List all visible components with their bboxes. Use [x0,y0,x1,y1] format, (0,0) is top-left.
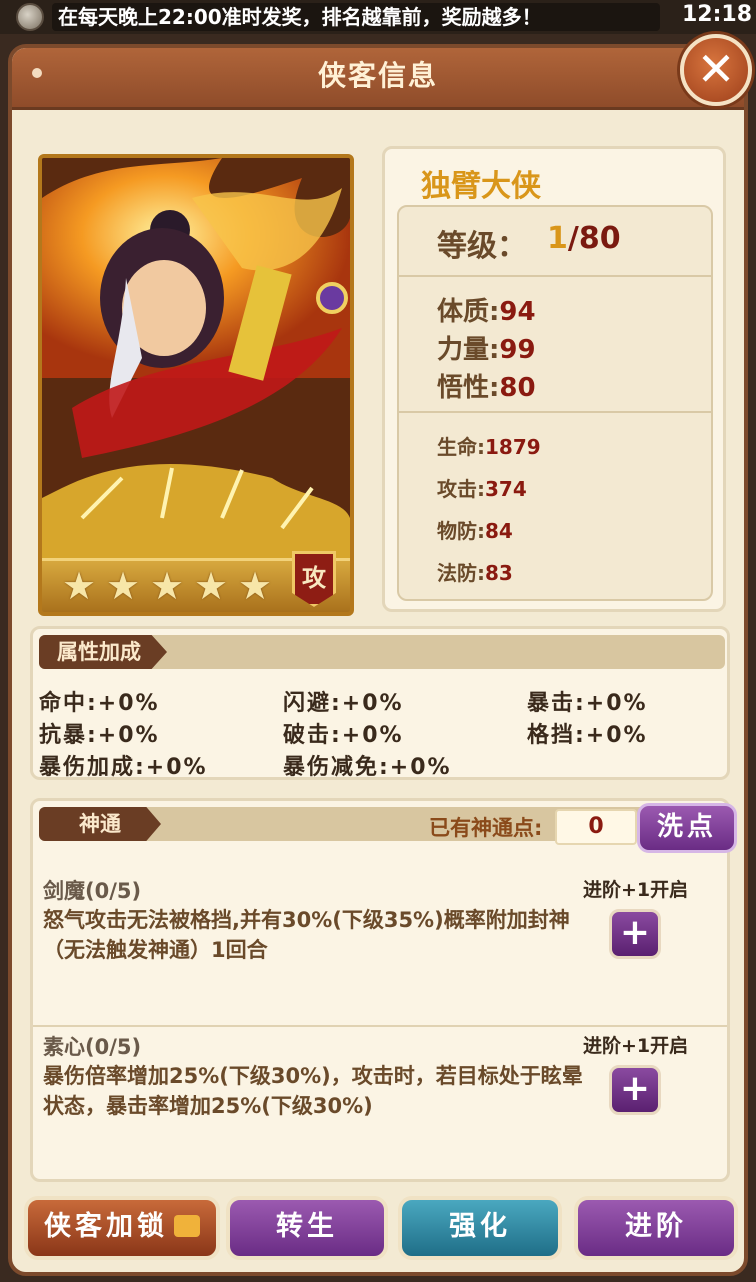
hero-portrait [42,158,350,558]
title-bar: 侠客信息 [12,48,744,110]
divider [399,275,711,277]
stat-insight: 悟性:80 [437,373,536,403]
star-icon: ★ [106,564,141,608]
skill-name: 素心(0/5) [43,1035,142,1059]
advance-button[interactable]: 进阶 [574,1196,738,1260]
hero-lock-button[interactable]: 侠客加锁 [24,1196,220,1260]
status-bar: 在每天晚上22:00准时发奖，排名越靠前，奖励越多！ 12:18 [0,0,756,34]
skill-unlock-hint: 进阶+1开启 [583,1035,689,1057]
divine-points-label: 已有神通点: [429,816,543,840]
rebirth-button[interactable]: 转生 [226,1196,388,1260]
star-rating: ★ ★ ★ ★ ★ 攻 [42,551,350,612]
divine-points-value: 0 [555,809,637,845]
hero-portrait-card[interactable]: ★ ★ ★ ★ ★ 攻 [38,154,354,616]
attr-crit-resist: 抗暴:+0% [39,723,160,748]
enhance-button[interactable]: 强化 [398,1196,562,1260]
attribute-bonus-section: 属性加成 命中:+0% 闪避:+0% 暴击:+0% 抗暴:+0% 破击:+0% … [30,626,730,780]
stat-hp: 生命:1879 [437,435,541,459]
announcement-marquee: 在每天晚上22:00准时发奖，排名越靠前，奖励越多！ [52,3,660,31]
section-header: 属性加成 [39,635,725,669]
skill-name: 剑魔(0/5) [43,879,142,903]
skill-description: 暴伤倍率增加25%(下级30%)，攻击时，若目标处于眩晕状态，暴击率增加25%(… [43,1064,583,1118]
star-icon: ★ [62,564,97,608]
section-title: 神通 [39,807,161,841]
stat-attack: 攻击:374 [437,477,527,501]
close-button[interactable]: ✕ [680,34,752,106]
hero-name: 独臂大侠 [421,169,541,204]
attr-crit: 暴击:+0% [527,691,648,716]
upgrade-skill-button[interactable]: + [609,909,661,959]
skill-description: 怒气攻击无法被格挡,并有30%(下级35%)概率附加封神（无法触发神通）1回合 [43,908,570,962]
stat-phys-def: 物防:84 [437,519,513,543]
star-icon: ★ [150,564,185,608]
divine-skill-section: 神通 已有神通点: 0 洗点 剑魔(0/5) 进阶+1开启 怒气攻击无法被格挡,… [30,798,737,1182]
speaker-icon [16,3,44,31]
level-value: 1/80 [547,221,621,256]
star-icon: ★ [238,564,273,608]
hero-stats-card: 独臂大侠 等级： 1/80 体质:94 力量:99 悟性:80 生命:1879 … [382,146,726,612]
skill-item: 剑魔(0/5) 进阶+1开启 怒气攻击无法被格挡,并有30%(下级35%)概率附… [33,875,727,1025]
reset-points-button[interactable]: 洗点 [637,803,737,853]
star-icon: ★ [194,564,229,608]
attr-dodge: 闪避:+0% [283,691,404,716]
upgrade-skill-button[interactable]: + [609,1065,661,1115]
hero-info-panel: 侠客信息 独臂大侠 等级： 1/80 体质:94 力量:99 悟性:80 生命:… [8,44,748,1276]
section-title: 属性加成 [39,635,167,669]
clock: 12:18 [682,2,753,27]
stat-strength: 力量:99 [437,335,536,365]
stats-inner: 等级： 1/80 体质:94 力量:99 悟性:80 生命:1879 攻击:37… [397,205,713,601]
stat-magic-def: 法防:83 [437,561,513,585]
attr-pierce: 破击:+0% [283,723,404,748]
level-label: 等级： [437,229,527,264]
attr-hit: 命中:+0% [39,691,160,716]
divider [33,1025,727,1027]
attr-crit-reduction: 暴伤减免:+0% [283,755,452,780]
attr-crit-damage: 暴伤加成:+0% [39,755,208,780]
page-title: 侠客信息 [317,59,438,92]
attr-block: 格挡:+0% [527,723,648,748]
class-badge: 攻 [292,551,336,607]
stat-constitution: 体质:94 [437,297,536,327]
skill-item: 素心(0/5) 进阶+1开启 暴伤倍率增加25%(下级30%)，攻击时，若目标处… [33,1031,727,1181]
section-header: 神通 已有神通点: 0 洗点 [39,803,737,853]
divider [399,411,711,413]
lock-icon [174,1214,200,1237]
skill-unlock-hint: 进阶+1开启 [583,879,689,901]
